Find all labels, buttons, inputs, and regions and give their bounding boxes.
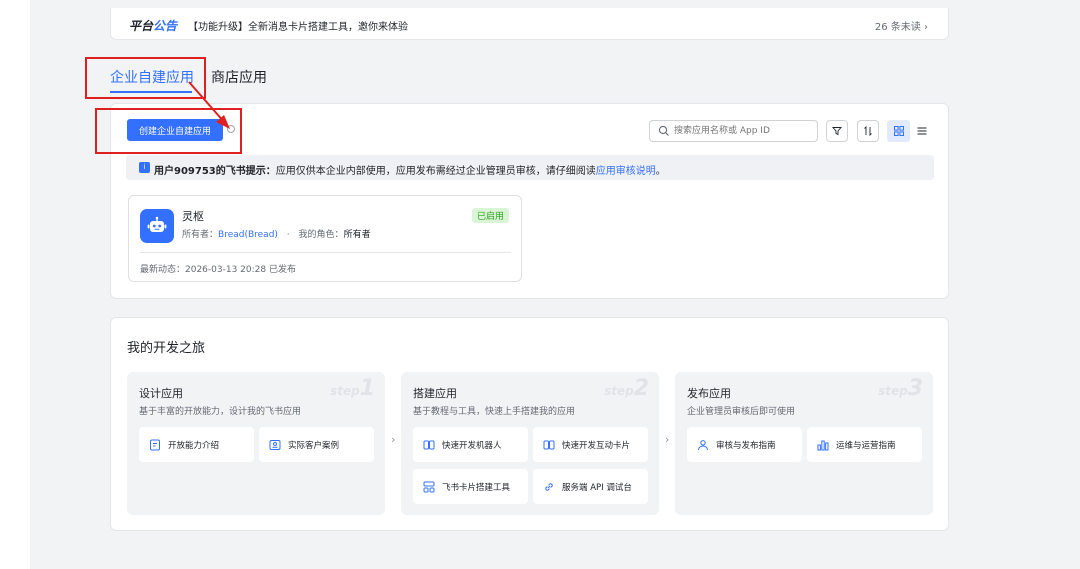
step-design: 设计应用 基于丰富的开放能力，设计我的飞书应用 step1 开放能力介绍 实际客… [127,372,385,515]
ops-guide-card[interactable]: 运维与运营指南 [807,427,922,462]
journey-title: 我的开发之旅 [127,341,206,356]
card-builder-link[interactable]: 飞书卡片搭建工具 [413,469,528,504]
app-card[interactable]: 灵枢 所有者：Bread(Bread) · 我的角色：所有者 已启用 最新动态：… [128,195,522,282]
step-build: 搭建应用 基于教程与工具，快速上手搭建我的应用 step2 快速开发机器人 快速… [401,372,659,515]
step-wm-num: 2 [633,376,649,401]
review-guide-link[interactable]: 应用审核说明 [596,166,656,177]
capabilities-intro-link[interactable]: 开放能力介绍 [139,427,254,462]
status-badge: 已启用 [471,208,509,223]
grid-icon [893,126,904,136]
step-wm-num: 3 [907,376,923,401]
item-label: 服务端 API 调试台 [562,482,632,493]
dev-journey-panel: 我的开发之旅 设计应用 基于丰富的开放能力，设计我的飞书应用 step1 开放能… [110,317,949,531]
item-label: 运维与运营指南 [836,440,896,451]
chevron-right-icon: › [665,433,670,446]
customer-cases-link[interactable]: 实际客户案例 [259,427,374,462]
bar-chart-icon [817,440,829,450]
step-watermark: step1 [330,376,375,401]
step-wm-text: step [330,384,360,398]
red-arrow-icon [188,81,230,129]
card-dev-link[interactable]: 快速开发互动卡片 [533,427,648,462]
filter-icon [832,127,842,136]
tip-body: 应用仅供本企业内部使用，应用发布需经过企业管理员审核，请仔细阅读 [275,166,596,177]
item-label: 快速开发机器人 [442,440,502,451]
search-icon [658,125,669,136]
chevron-right-icon: › [391,433,396,446]
robot-icon [140,209,174,243]
meta-separator: · [286,230,290,240]
app-name[interactable]: 灵枢 [182,208,204,224]
item-label: 审核与发布指南 [716,440,776,451]
app-meta: 所有者：Bread(Bread) · 我的角色：所有者 [182,227,371,240]
step-wm-num: 1 [359,376,375,401]
list-view-button[interactable] [910,120,933,142]
document-icon [150,439,160,450]
app-search-box[interactable] [649,120,818,142]
step-desc: 基于教程与工具，快速上手搭建我的应用 [413,407,576,417]
role-value: 所有者 [343,230,371,240]
item-label: 开放能力介绍 [168,440,220,451]
reviewer-icon [698,439,708,450]
step-title: 设计应用 [139,387,183,400]
sort-button[interactable] [857,120,879,142]
item-label: 飞书卡片搭建工具 [442,482,511,493]
step-watermark: step2 [604,376,649,401]
layout-icon [423,481,435,492]
step-title: 搭建应用 [413,387,457,400]
divider [140,252,511,253]
item-label: 实际客户案例 [288,440,340,451]
link-icon [545,482,553,491]
view-toggle [887,120,933,142]
step-desc: 企业管理员审核后即可使用 [687,407,796,417]
book-icon [423,440,435,449]
owner-label: 所有者： [182,230,219,240]
step-wm-text: step [878,384,908,398]
sort-icon [864,126,872,136]
step-publish: 发布应用 企业管理员审核后即可使用 step3 审核与发布指南 运维与运营指南 [675,372,933,515]
owner-name[interactable]: Bread(Bread) [218,230,278,240]
info-icon: i [139,162,150,173]
search-input[interactable] [674,123,814,139]
grid-view-button[interactable] [887,120,910,142]
tip-user: 用户909753的飞书提示： [154,166,276,177]
tip-banner: i 用户909753的飞书提示：应用仅供本企业内部使用，应用发布需经过企业管理员… [126,155,934,180]
role-label: 我的角色： [298,230,344,240]
review-guide-card[interactable]: 审核与发布指南 [687,427,802,462]
tip-text: 用户909753的飞书提示：应用仅供本企业内部使用，应用发布需经过企业管理员审核… [154,162,666,177]
step-desc: 基于丰富的开放能力，设计我的飞书应用 [139,407,302,417]
api-console-link[interactable]: 服务端 API 调试台 [533,469,648,504]
tip-end: 。 [655,166,666,177]
step-watermark: step3 [878,376,923,401]
step-wm-text: step [604,384,634,398]
bot-dev-link[interactable]: 快速开发机器人 [413,427,528,462]
unread-count-link[interactable]: 26 条未读 › [875,18,928,33]
step-title: 发布应用 [687,387,731,400]
item-label: 快速开发互动卡片 [562,440,631,451]
filter-button[interactable] [826,120,848,142]
book-icon [543,440,555,449]
list-icon [917,127,926,135]
user-card-icon [269,439,281,450]
latest-activity: 最新动态：2026-03-13 20:28 已发布 [140,265,296,275]
